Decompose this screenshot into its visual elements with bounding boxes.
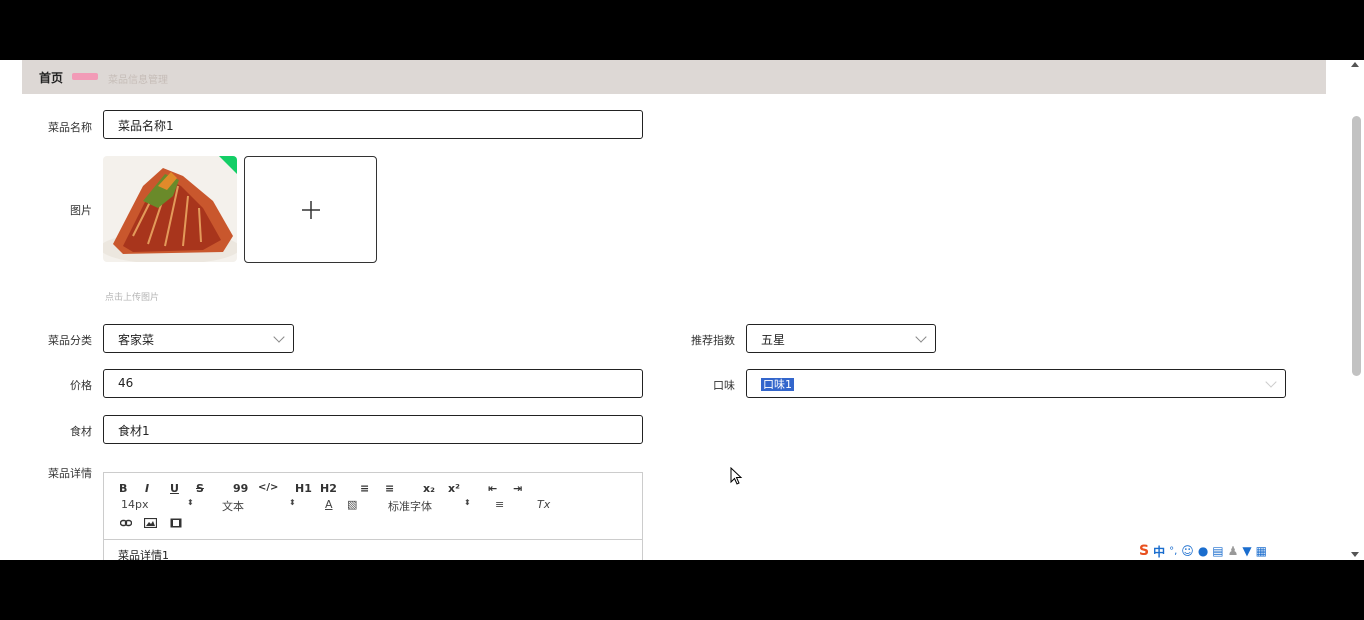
- ingredients-input[interactable]: 食材1: [103, 415, 643, 444]
- breadcrumb-current: 菜品信息管理: [108, 75, 168, 86]
- category-select[interactable]: 客家菜: [103, 324, 294, 353]
- h2-button[interactable]: H2: [320, 482, 337, 495]
- category-label: 菜品分类: [48, 334, 92, 347]
- code-button[interactable]: </>: [258, 482, 278, 493]
- bullet-list-button[interactable]: ≡: [385, 482, 394, 495]
- subscript-button[interactable]: x₂: [423, 482, 435, 495]
- indent-button[interactable]: ⇥: [513, 482, 522, 495]
- mouse-cursor-icon: [730, 467, 743, 485]
- breadcrumb-separator-icon: [72, 73, 98, 80]
- upload-success-icon: [219, 156, 237, 174]
- microphone-icon[interactable]: ●: [1198, 544, 1208, 558]
- font-family-select[interactable]: 标准字体: [388, 498, 432, 514]
- scroll-up-icon[interactable]: [1351, 62, 1359, 67]
- sogou-logo-icon[interactable]: S: [1139, 543, 1149, 559]
- select-arrows-icon: ⬍: [289, 498, 296, 507]
- image-icon[interactable]: [144, 518, 157, 528]
- rating-value: 五星: [761, 333, 786, 347]
- clear-format-button[interactable]: Tx: [537, 498, 550, 511]
- details-label: 菜品详情: [48, 467, 92, 480]
- link-icon[interactable]: [120, 518, 132, 528]
- emoji-icon[interactable]: ☺: [1181, 544, 1194, 558]
- app-screen: 首页 菜品信息管理 菜品名称 菜品名称1 图片 点击上传图片 菜品分类 客家菜 …: [0, 60, 1364, 560]
- category-value: 客家菜: [118, 333, 155, 347]
- name-label: 菜品名称: [48, 121, 92, 134]
- skin-icon[interactable]: ▼: [1242, 544, 1251, 558]
- video-icon[interactable]: [170, 518, 182, 528]
- breadcrumb: 首页 菜品信息管理: [22, 60, 1326, 94]
- vertical-scrollbar[interactable]: [1348, 60, 1362, 560]
- ime-punctuation-button[interactable]: °,: [1169, 546, 1177, 557]
- taste-label: 口味: [713, 379, 735, 392]
- taste-value: 口味1: [761, 378, 794, 391]
- bold-button[interactable]: B: [119, 482, 127, 495]
- background-color-icon[interactable]: ▧: [347, 498, 357, 511]
- toolbox-icon[interactable]: ▦: [1256, 544, 1267, 558]
- dish-form: 菜品名称 菜品名称1 图片 点击上传图片 菜品分类 客家菜 推荐指数 五星 价格…: [22, 94, 1326, 560]
- chevron-down-icon: [915, 331, 927, 343]
- ingredients-label: 食材: [70, 425, 92, 438]
- ime-mode-button[interactable]: 中: [1153, 543, 1165, 560]
- rating-select[interactable]: 五星: [746, 324, 936, 353]
- ordered-list-button[interactable]: ≡: [360, 482, 369, 495]
- chevron-down-icon: [1265, 376, 1277, 388]
- image-uploader[interactable]: [244, 156, 377, 263]
- user-icon[interactable]: ♟: [1228, 544, 1239, 558]
- align-icon[interactable]: ≡: [495, 498, 504, 511]
- editor-content[interactable]: 菜品详情1: [104, 539, 642, 560]
- strike-button[interactable]: S: [196, 482, 204, 495]
- format-select[interactable]: 文本: [222, 498, 244, 514]
- blockquote-button[interactable]: 99: [233, 482, 248, 495]
- font-color-icon[interactable]: A: [325, 498, 333, 511]
- h1-button[interactable]: H1: [295, 482, 312, 495]
- name-input[interactable]: 菜品名称1: [103, 110, 643, 139]
- italic-button[interactable]: I: [145, 482, 149, 495]
- taste-select[interactable]: 口味1: [746, 369, 1286, 398]
- scroll-down-icon[interactable]: [1351, 552, 1359, 557]
- price-label: 价格: [70, 379, 92, 392]
- chevron-down-icon: [273, 331, 285, 343]
- dish-image-thumbnail[interactable]: [103, 156, 237, 262]
- upload-tip: 点击上传图片: [105, 293, 160, 303]
- font-size-select[interactable]: 14px: [121, 498, 149, 511]
- superscript-button[interactable]: x²: [448, 482, 460, 495]
- image-label: 图片: [70, 204, 92, 217]
- rich-text-editor: B I U S 99 </> H1 H2 ≡ ≡ x₂ x² ⇤ ⇥ 14px …: [103, 472, 643, 560]
- keyboard-icon[interactable]: ▤: [1212, 544, 1223, 558]
- breadcrumb-home[interactable]: 首页: [39, 69, 63, 86]
- scroll-thumb[interactable]: [1352, 116, 1361, 376]
- price-input[interactable]: 46: [103, 369, 643, 398]
- rating-label: 推荐指数: [691, 334, 735, 347]
- select-arrows-icon: ⬍: [187, 498, 194, 507]
- outdent-button[interactable]: ⇤: [488, 482, 497, 495]
- underline-button[interactable]: U: [170, 482, 179, 495]
- select-arrows-icon: ⬍: [464, 498, 471, 507]
- ime-toolbar: S 中 °, ☺ ● ▤ ♟ ▼ ▦: [1137, 542, 1345, 560]
- plus-icon: [301, 200, 320, 219]
